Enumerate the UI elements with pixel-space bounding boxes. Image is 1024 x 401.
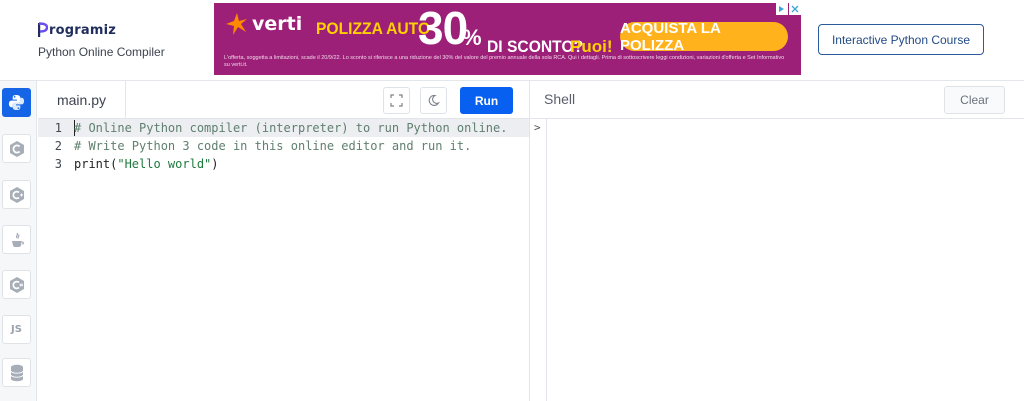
ad-controls [775,3,801,15]
ad-fine-print: L'offerta, soggetta a limitazioni, scade… [224,55,785,68]
ad-headline-3: Puoi! [570,37,613,56]
programiz-logo-icon [38,22,48,37]
tab-main-py[interactable]: main.py [38,81,126,119]
code-comment: # Write Python 3 code in this online edi… [74,139,472,153]
sidebar-item-cpp[interactable] [2,180,31,209]
sidebar-item-csharp[interactable] [2,270,31,299]
ad-headline-2: DI SCONTO? [487,37,584,56]
sidebar-item-python[interactable] [2,88,31,117]
shell-toolbar: Shell Clear [530,81,1024,119]
ad-cta-button[interactable]: ACQUISTA LA POLIZZA [620,20,788,54]
code-statement: print("Hello world") [74,155,219,173]
line-number: 2 [54,139,62,153]
ad-info-icon[interactable] [776,3,788,15]
shell-prompt-gutter: > [530,119,547,401]
run-button[interactable]: Run [460,87,513,114]
shell-output[interactable]: > [530,119,1024,401]
code-editor[interactable]: 1 # Online Python compiler (interpreter)… [38,119,529,401]
ad-percent: % [462,25,482,50]
shell-title: Shell [544,91,576,107]
code-line[interactable]: 2 # Write Python 3 code in this online e… [38,137,529,155]
language-sidebar: JS [0,81,37,401]
top-header: rogramiz Python Online Compiler verti PO… [0,0,1024,81]
code-line[interactable]: 1 # Online Python compiler (interpreter)… [38,119,529,137]
ad-headline-1: POLIZZA AUTO [316,19,431,38]
fullscreen-button[interactable] [383,87,410,114]
sidebar-item-c[interactable] [2,134,31,163]
app-root: rogramiz Python Online Compiler verti PO… [0,0,1024,401]
verti-star-icon [226,13,247,35]
programiz-logo[interactable]: rogramiz [38,22,116,38]
line-number: 3 [54,157,62,171]
code-comment: # Online Python compiler (interpreter) t… [74,121,508,135]
csharp-icon [9,276,24,293]
python-icon [8,94,25,111]
page-subtitle: Python Online Compiler [38,45,165,59]
dark-mode-button[interactable] [420,87,447,114]
line-number: 1 [54,121,62,135]
sidebar-item-sql[interactable] [2,358,31,387]
fullscreen-icon [390,94,403,107]
interactive-course-button[interactable]: Interactive Python Course [818,24,984,55]
cpp-icon [9,186,24,203]
code-line[interactable]: 3 print("Hello world") [38,155,529,173]
ad-close-icon[interactable] [789,3,801,15]
clear-button[interactable]: Clear [944,86,1005,114]
code-paren: ) [211,157,219,171]
javascript-icon: JS [11,324,22,335]
c-icon [9,140,24,157]
ad-brand: verti [252,13,303,35]
java-icon [11,232,24,247]
database-icon [10,364,23,381]
shell-prompt: > [534,121,541,134]
sidebar-item-javascript[interactable]: JS [2,315,31,344]
code-function: print( [74,157,118,171]
ad-logo: verti [224,11,302,37]
code-string: "Hello world" [117,157,212,171]
ad-big-number: 30 [418,3,468,54]
sidebar-item-java[interactable] [2,225,31,254]
editor-toolbar: main.py Run [38,81,529,119]
moon-icon [428,94,440,106]
logo-text: rogramiz [49,22,116,38]
ad-banner[interactable]: verti POLIZZA AUTO 30 % DI SCONTO? Puoi!… [214,3,801,75]
